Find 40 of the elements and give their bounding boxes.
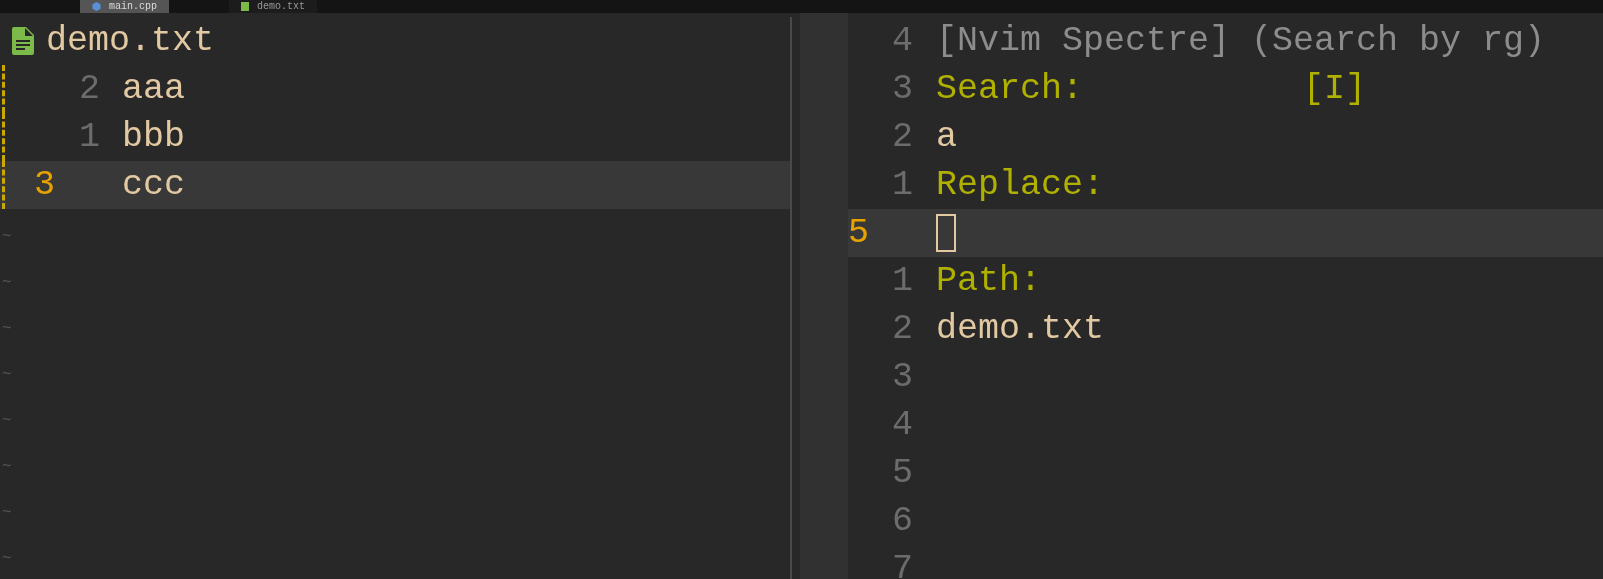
filler-tilde: ~ (2, 274, 12, 292)
line-number: 4 (891, 404, 914, 447)
code-line: bbb (122, 116, 185, 159)
line-number: 6 (891, 500, 914, 543)
tab[interactable]: main.cpp (80, 0, 169, 13)
line-number: 3 (34, 164, 56, 207)
line-number: 1 (891, 260, 914, 303)
line-number: 2 (891, 116, 914, 159)
panel-title: [Nvim Spectre] (Search by rg) (936, 20, 1546, 63)
field-value: demo.txt (936, 308, 1105, 351)
field-label: Replace: (936, 164, 1105, 207)
line-number: 3 (891, 68, 914, 111)
filler-tilde: ~ (2, 504, 12, 522)
filler-tilde: ~ (2, 412, 12, 430)
field-label: Path: (936, 260, 1042, 303)
line-number: 5 (848, 212, 870, 255)
line-number: 7 (891, 548, 914, 579)
winbar-filename: demo.txt (46, 20, 215, 63)
code-line: ccc (122, 164, 185, 207)
field-value: a (936, 116, 957, 159)
document-icon (12, 27, 34, 55)
code-line: aaa (122, 68, 185, 111)
line-number: 4 (891, 20, 914, 63)
filler-tilde: ~ (2, 320, 12, 338)
file-icon (241, 2, 249, 11)
line-number: 3 (891, 356, 914, 399)
filler-tilde: ~ (2, 366, 12, 384)
filler-tilde: ~ (2, 458, 12, 476)
text-cursor (936, 214, 956, 252)
line-number: 5 (891, 452, 914, 495)
line-number: 2 (891, 308, 914, 351)
line-number: 1 (78, 116, 100, 159)
ignore-case-flag[interactable]: [I] (1303, 65, 1367, 113)
line-number: 2 (78, 68, 100, 111)
hexagon-icon (92, 2, 101, 11)
field-label: Search: (936, 68, 1084, 111)
line-number: 1 (891, 164, 914, 207)
tab[interactable]: demo.txt (229, 0, 318, 13)
filler-tilde: ~ (2, 228, 12, 246)
filler-tilde: ~ (2, 550, 12, 568)
